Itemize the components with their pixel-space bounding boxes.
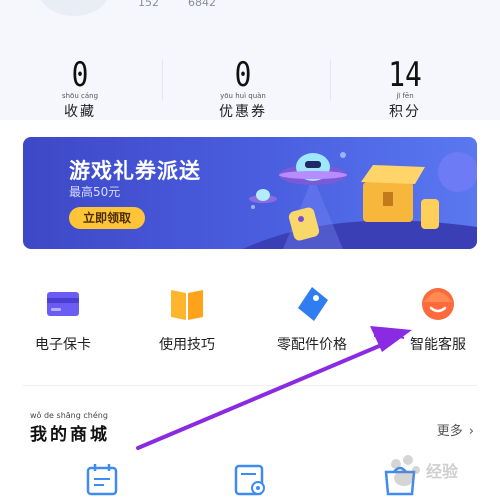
annotation-arrow-icon [136,326,412,450]
watermark: 经验 [384,450,494,494]
paw-logo-icon [391,455,420,486]
watermark-text: 经验 [426,462,459,481]
